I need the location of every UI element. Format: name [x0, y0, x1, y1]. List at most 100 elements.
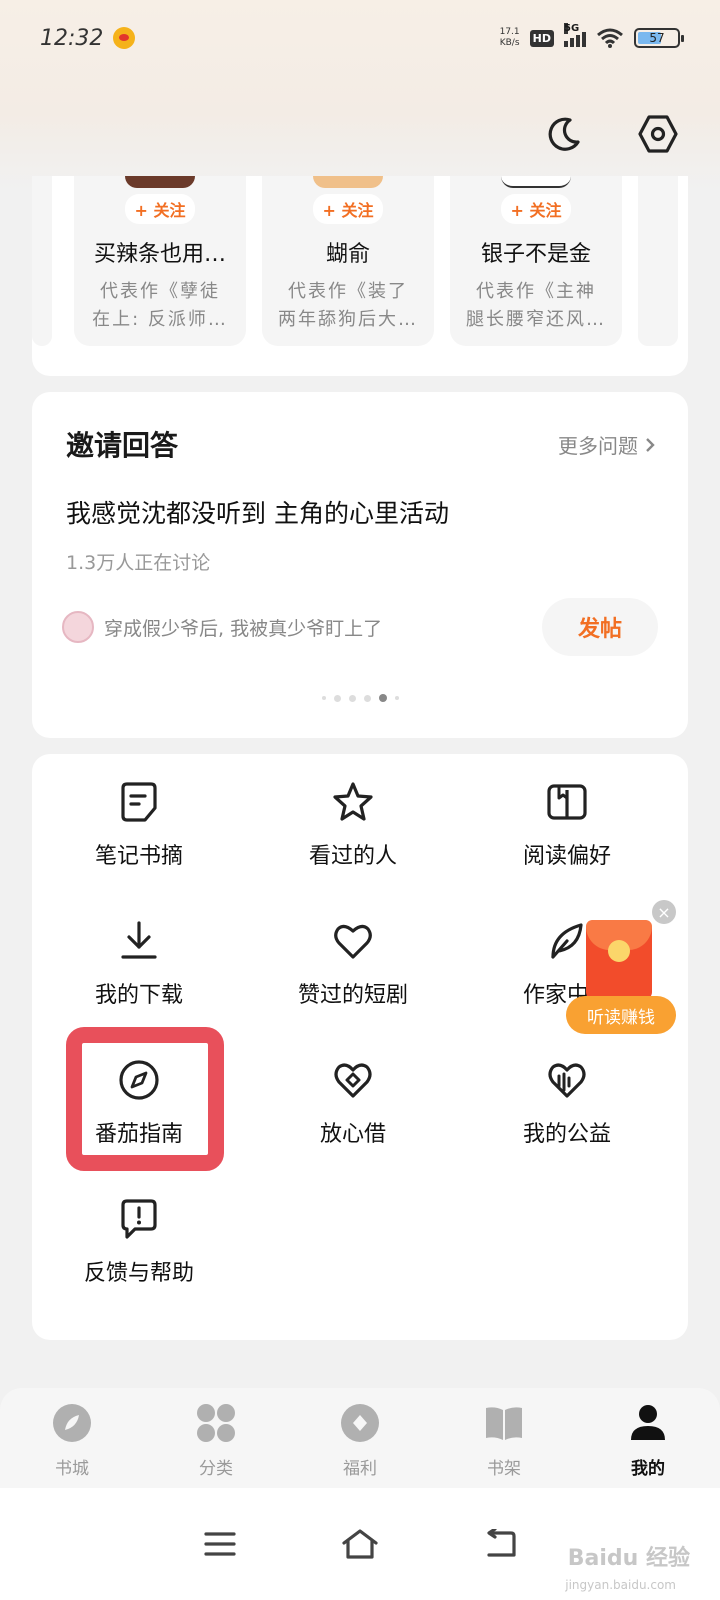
author-card-edge-right — [638, 176, 678, 346]
top-actions — [542, 112, 680, 156]
author-name: 蝴俞 — [325, 242, 370, 267]
author-work-line: 代表作《主神 — [476, 281, 596, 302]
nav-label: 分类 — [199, 1459, 233, 1479]
nav-bookstore[interactable]: 书城 — [0, 1388, 144, 1488]
tool-downloads[interactable]: 我的下载 — [49, 919, 229, 1039]
battery-level: 57 — [649, 31, 665, 45]
book-cover-avatar — [62, 611, 94, 643]
category-icon — [197, 1404, 235, 1442]
nav-welfare[interactable]: 福利 — [288, 1388, 432, 1488]
settings-hexagon-icon — [638, 115, 678, 153]
network-speed-value: 17.1 — [499, 27, 520, 37]
question-text[interactable]: 我感觉沈都没听到 主角的心里活动 — [66, 494, 449, 530]
night-mode-button[interactable] — [542, 112, 586, 156]
tool-label: 阅读偏好 — [522, 844, 611, 869]
profile-icon — [631, 1405, 665, 1440]
tool-viewers[interactable]: 看过的人 — [263, 780, 443, 900]
bottom-navigation: 书城 分类 福利 书架 我的 — [0, 1388, 720, 1488]
tool-reading-preference[interactable]: 阅读偏好 — [477, 780, 657, 900]
nav-label: 福利 — [343, 1459, 377, 1479]
nav-profile[interactable]: 我的 — [576, 1388, 720, 1488]
author-work: 代表作《主神 腿长腰窄还风… — [450, 278, 622, 334]
tool-label: 笔记书摘 — [94, 844, 183, 869]
nav-label: 书架 — [487, 1459, 521, 1479]
follow-button[interactable]: + 关注 — [124, 194, 196, 224]
book-open-icon — [547, 784, 587, 820]
tool-my-charity[interactable]: 我的公益 — [477, 1058, 657, 1178]
feedback-icon — [121, 1199, 157, 1239]
tool-label: 放心借 — [319, 1122, 386, 1147]
carousel-indicator — [32, 694, 688, 702]
highlight-frame — [66, 1027, 224, 1171]
author-work-line: 在上: 反派师… — [92, 309, 228, 330]
tool-label: 看过的人 — [308, 844, 397, 869]
author-work: 代表作《装了 两年舔狗后大… — [262, 278, 434, 334]
tool-label: 反馈与帮助 — [83, 1261, 194, 1286]
author-avatar — [501, 176, 571, 188]
follow-button[interactable]: + 关注 — [312, 194, 384, 224]
more-questions-label: 更多问题 — [558, 434, 638, 458]
home-button[interactable] — [336, 1520, 384, 1568]
coin-heart-icon — [334, 1063, 372, 1098]
heart-icon — [334, 924, 372, 959]
download-icon — [121, 921, 157, 959]
nav-category[interactable]: 分类 — [144, 1388, 288, 1488]
tool-liked-dramas[interactable]: 赞过的短剧 — [263, 919, 443, 1039]
tool-safe-borrow[interactable]: 放心借 — [263, 1058, 443, 1178]
author-item[interactable]: + 关注 买辣条也用… 代表作《孽徒 在上: 反派师… — [74, 176, 246, 346]
author-item[interactable]: + 关注 银子不是金 代表作《主神 腿长腰窄还风… — [450, 176, 622, 346]
moon-icon — [548, 117, 580, 151]
author-work-line: 两年舔狗后大… — [278, 309, 418, 330]
post-row: 穿成假少爷后, 我被真少爷盯上了 发帖 — [62, 597, 658, 657]
baidu-watermark: Baidu 经验 — [567, 1546, 690, 1571]
chevron-right-icon — [646, 437, 655, 452]
follow-button[interactable]: + 关注 — [500, 194, 572, 224]
weibo-notification-icon — [113, 27, 136, 49]
network-speed-unit: KB/s — [499, 38, 520, 48]
status-bar: 12:32 17.1 KB/s HD 5G 57 — [0, 0, 720, 76]
battery-icon: 57 — [634, 28, 684, 48]
nav-bookshelf[interactable]: 书架 — [432, 1388, 576, 1488]
cellular-signal-icon: 5G — [564, 23, 586, 47]
more-questions-link[interactable]: 更多问题 — [558, 430, 656, 459]
author-work: 代表作《孽徒 在上: 反派师… — [74, 278, 246, 334]
back-button[interactable] — [476, 1520, 524, 1568]
baidu-watermark-url: jingyan.baidu.com — [565, 1578, 676, 1592]
status-time: 12:32 — [40, 25, 104, 51]
tool-feedback-help[interactable]: 反馈与帮助 — [49, 1197, 229, 1317]
tool-label: 我的下载 — [94, 983, 183, 1008]
post-button[interactable]: 发帖 — [542, 598, 658, 656]
author-avatar — [313, 176, 383, 188]
related-book-title[interactable]: 穿成假少爷后, 我被真少爷盯上了 — [104, 614, 382, 641]
listen-earn-widget[interactable]: × 听读赚钱 — [566, 900, 676, 1040]
wifi-icon — [597, 28, 623, 48]
home-icon — [342, 1529, 378, 1559]
tool-notes[interactable]: 笔记书摘 — [49, 780, 229, 900]
author-recommendations: + 关注 买辣条也用… 代表作《孽徒 在上: 反派师… + 关注 蝴俞 代表作《… — [32, 176, 688, 376]
close-icon[interactable]: × — [652, 900, 676, 924]
star-icon — [333, 782, 373, 821]
invite-answer-card: 邀请回答 更多问题 我感觉沈都没听到 主角的心里活动 1.3万人正在讨论 穿成假… — [32, 392, 688, 738]
settings-button[interactable] — [636, 112, 680, 156]
welfare-icon — [341, 1404, 379, 1442]
author-card-edge-left — [32, 176, 52, 346]
author-work-line: 腿长腰窄还风… — [466, 309, 606, 330]
listen-earn-label: 听读赚钱 — [566, 996, 676, 1034]
author-avatar — [125, 176, 195, 188]
nav-label: 书城 — [55, 1459, 89, 1479]
nav-label: 我的 — [631, 1459, 665, 1479]
system-navigation: Baidu 经验 jingyan.baidu.com — [0, 1488, 720, 1600]
author-work-line: 代表作《装了 — [288, 281, 408, 302]
tool-label: 赞过的短剧 — [297, 983, 408, 1008]
author-name: 买辣条也用… — [93, 242, 226, 267]
invite-title: 邀请回答 — [66, 429, 179, 462]
network-type: 5G — [564, 23, 580, 34]
back-icon — [487, 1529, 516, 1557]
tool-label: 我的公益 — [522, 1122, 611, 1147]
menu-button[interactable] — [196, 1520, 244, 1568]
network-speed: 17.1 KB/s — [500, 27, 520, 49]
author-name: 银子不是金 — [480, 242, 591, 267]
author-item[interactable]: + 关注 蝴俞 代表作《装了 两年舔狗后大… — [262, 176, 434, 346]
note-icon — [121, 782, 157, 822]
author-work-line: 代表作《孽徒 — [100, 281, 220, 302]
